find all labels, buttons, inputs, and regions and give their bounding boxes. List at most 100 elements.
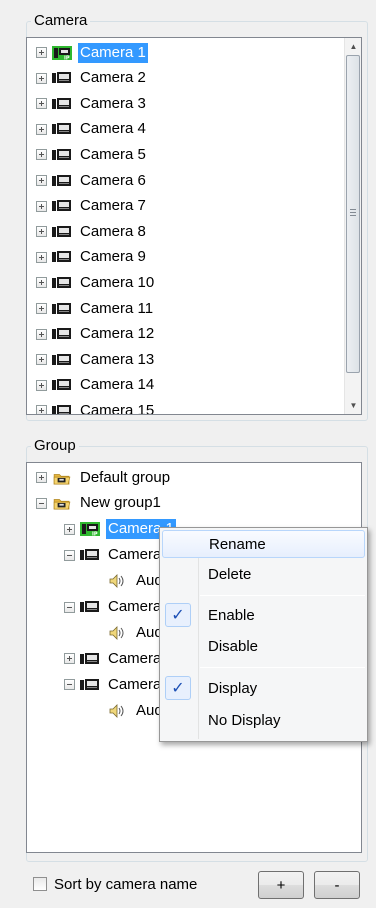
add-button[interactable]: + bbox=[258, 871, 304, 899]
expand-icon[interactable] bbox=[36, 200, 47, 212]
camera-tree-item[interactable]: Camera 8 bbox=[36, 219, 148, 244]
camera-icon bbox=[47, 378, 72, 392]
speaker-icon bbox=[103, 574, 128, 589]
expand-icon[interactable] bbox=[36, 175, 47, 186]
camera-tree-item[interactable]: Camera 6 bbox=[36, 168, 148, 193]
camera-tree-item[interactable]: Camera 5 bbox=[36, 142, 148, 167]
expand-icon[interactable] bbox=[36, 123, 47, 135]
scrollbar-thumb[interactable] bbox=[346, 55, 360, 373]
expand-icon[interactable] bbox=[36, 226, 47, 238]
sort-by-name-label[interactable]: Sort by camera name bbox=[54, 876, 197, 893]
camera-tree-item[interactable]: Camera 2 bbox=[36, 66, 148, 91]
collapse-icon[interactable] bbox=[36, 497, 47, 509]
camera-tree-item-label: Camera 8 bbox=[80, 222, 146, 240]
camera-tree-item-label: Camera 6 bbox=[80, 171, 146, 189]
checkmark-icon: ✓ bbox=[165, 603, 191, 627]
camera-icon bbox=[47, 302, 72, 316]
expand-icon[interactable] bbox=[36, 277, 47, 289]
menu-item-enable[interactable]: ✓ Enable bbox=[162, 602, 365, 630]
camera-icon bbox=[47, 327, 72, 341]
checkmark-icon: ✓ bbox=[165, 676, 191, 700]
menu-item-label: Rename bbox=[209, 536, 266, 553]
camera-tree-item-label: Camera 15 bbox=[80, 401, 155, 415]
sort-by-name-checkbox[interactable] bbox=[33, 877, 47, 891]
camera-icon bbox=[75, 678, 100, 692]
camera-tree-item[interactable]: Camera 7 bbox=[36, 194, 148, 219]
group-tree-item-label: New group1 bbox=[80, 494, 161, 512]
camera-icon bbox=[47, 404, 72, 414]
camera-icon bbox=[75, 600, 100, 614]
camera-icon bbox=[75, 652, 100, 666]
expand-icon[interactable] bbox=[64, 523, 75, 535]
menu-item-disable[interactable]: Disable bbox=[162, 633, 365, 661]
menu-item-label: Delete bbox=[208, 566, 252, 583]
expand-icon[interactable] bbox=[36, 98, 47, 110]
camera-tree[interactable]: IP Camera 1 Camera 2 Camera 3 Camera 4 Camera… bbox=[26, 37, 362, 415]
camera-tree-item[interactable]: Camera 10 bbox=[36, 270, 156, 295]
camera-groupbox-title: Camera bbox=[31, 12, 91, 29]
camera-icon bbox=[47, 225, 72, 239]
expand-icon[interactable] bbox=[36, 472, 47, 483]
expand-icon[interactable] bbox=[36, 72, 47, 84]
camera-tree-item[interactable]: Camera 3 bbox=[36, 91, 148, 116]
menu-item-label: No Display bbox=[208, 712, 281, 729]
camera-tree-item[interactable]: Camera 14 bbox=[36, 373, 156, 398]
collapse-icon[interactable] bbox=[64, 601, 75, 613]
camera-tree-item-label: Camera 10 bbox=[80, 273, 155, 291]
expand-icon[interactable] bbox=[36, 354, 47, 366]
camera-icon bbox=[47, 71, 72, 85]
camera-tree-item[interactable]: Camera 9 bbox=[36, 245, 148, 270]
camera-icon bbox=[47, 353, 72, 367]
menu-item-no-display[interactable]: No Display bbox=[162, 707, 365, 735]
menu-item-label: Disable bbox=[208, 638, 259, 655]
speaker-icon bbox=[103, 625, 128, 640]
expand-icon[interactable] bbox=[36, 328, 47, 340]
camera-icon bbox=[47, 276, 72, 290]
folder-camera-icon bbox=[47, 496, 72, 510]
expand-icon[interactable] bbox=[36, 303, 47, 314]
camera-tree-item-label: Camera 5 bbox=[80, 145, 146, 163]
speaker-icon bbox=[103, 703, 128, 718]
svg-text:IP: IP bbox=[92, 532, 98, 537]
group-groupbox-title: Group bbox=[31, 437, 79, 454]
group-tree-item[interactable]: New group1 bbox=[36, 491, 163, 516]
svg-text:IP: IP bbox=[64, 55, 70, 60]
scroll-up-arrow-icon[interactable]: ▲ bbox=[345, 38, 361, 55]
camera-tree-item-label: Camera 11 bbox=[80, 299, 154, 317]
camera-tree-item[interactable]: Camera 13 bbox=[36, 347, 156, 372]
camera-icon bbox=[47, 97, 72, 111]
menu-item-rename[interactable]: Rename bbox=[162, 530, 365, 558]
camera-tree-item-label: Camera 2 bbox=[80, 69, 146, 87]
camera-tree-item[interactable]: Camera 15 bbox=[36, 398, 156, 415]
camera-tree-item-label: Camera 3 bbox=[80, 94, 146, 112]
expand-icon[interactable] bbox=[36, 379, 47, 391]
expand-icon[interactable] bbox=[36, 405, 47, 414]
expand-icon[interactable] bbox=[36, 149, 47, 161]
expand-icon[interactable] bbox=[36, 251, 47, 263]
group-tree-item[interactable]: Default group bbox=[36, 465, 172, 490]
camera-icon bbox=[47, 122, 72, 136]
menu-item-delete[interactable]: Delete bbox=[162, 561, 365, 589]
camera-tree-item[interactable]: IP Camera 1 bbox=[36, 40, 148, 65]
camera-tree-item[interactable]: Camera 4 bbox=[36, 117, 148, 142]
collapse-icon[interactable] bbox=[64, 549, 75, 561]
camera-tree-item[interactable]: Camera 12 bbox=[36, 322, 156, 347]
footer-bar: Sort by camera name + - bbox=[26, 868, 368, 902]
collapse-icon[interactable] bbox=[64, 679, 75, 691]
menu-item-display[interactable]: ✓ Display bbox=[162, 675, 365, 703]
remove-button[interactable]: - bbox=[314, 871, 360, 899]
camera-icon bbox=[47, 174, 72, 188]
camera-tree-item[interactable]: Camera 11 bbox=[36, 296, 155, 321]
camera-tree-item-label: Camera 9 bbox=[80, 248, 146, 266]
expand-icon[interactable] bbox=[64, 653, 75, 665]
scroll-down-arrow-icon[interactable]: ▼ bbox=[345, 397, 361, 414]
camera-icon bbox=[75, 548, 100, 562]
group-tree-item-label: Default group bbox=[80, 468, 171, 486]
camera-tree-item-label: Camera 4 bbox=[80, 120, 146, 138]
camera-tree-item-label: Camera 1 bbox=[78, 42, 148, 63]
folder-camera-icon bbox=[47, 471, 72, 485]
camera-tree-item-label: Camera 7 bbox=[80, 197, 146, 215]
expand-icon[interactable] bbox=[36, 47, 47, 58]
menu-item-label: Display bbox=[208, 680, 258, 697]
camera-tree-scrollbar[interactable]: ▲ ▼ bbox=[344, 38, 361, 414]
